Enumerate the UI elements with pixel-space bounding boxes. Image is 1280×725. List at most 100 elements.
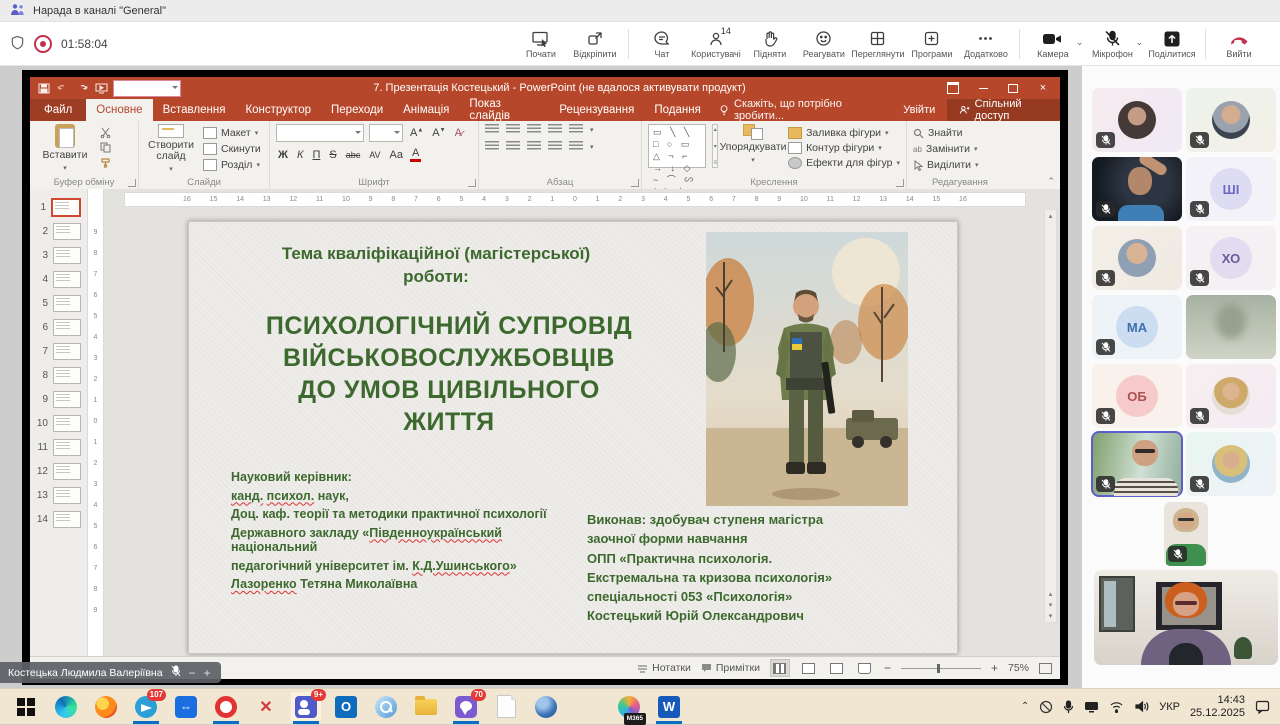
quick-access-toolbar[interactable] bbox=[38, 83, 107, 94]
arrange-button[interactable]: Упорядкувати▾ bbox=[724, 124, 782, 175]
slide-thumbnail-1[interactable]: 1 bbox=[30, 195, 87, 219]
format-painter-button[interactable] bbox=[100, 157, 111, 168]
font-style-button-2[interactable]: П bbox=[310, 149, 322, 161]
slide-thumbnail-3[interactable]: 3 bbox=[30, 243, 87, 267]
slide-thumbnail-11[interactable]: 11 bbox=[30, 435, 87, 459]
taskbar-telegram-icon[interactable]: 107 bbox=[131, 692, 161, 722]
participant-tile-1[interactable] bbox=[1092, 88, 1182, 152]
tab-Конструктор[interactable]: Конструктор bbox=[235, 99, 321, 121]
tray-display-icon[interactable] bbox=[1084, 701, 1099, 713]
meeting-action-chat[interactable]: Чат bbox=[635, 23, 689, 65]
quick-access-combobox[interactable] bbox=[113, 80, 181, 97]
meeting-action-start-share[interactable]: Почати bbox=[514, 23, 568, 65]
taskbar-teams-icon[interactable]: 9+ bbox=[291, 692, 321, 722]
tab-Вставлення[interactable]: Вставлення bbox=[153, 99, 236, 121]
sign-in-button[interactable]: Увійти bbox=[891, 99, 947, 121]
decrease-font-icon[interactable]: А▼ bbox=[430, 127, 447, 139]
font-style-button-0[interactable]: Ж bbox=[276, 149, 290, 161]
notification-center-icon[interactable] bbox=[1255, 700, 1270, 714]
notes-button[interactable]: Нотатки bbox=[637, 662, 691, 674]
increase-indent-icon[interactable] bbox=[548, 124, 562, 135]
font-style-button-1[interactable]: К bbox=[295, 149, 305, 161]
shape-fill-button[interactable]: Заливка фігури▾ bbox=[788, 127, 900, 139]
shapes-gallery-scrollbar[interactable]: ▴▾≡ bbox=[712, 124, 718, 168]
slide-thumbnail-2[interactable]: 2 bbox=[30, 219, 87, 243]
shape-outline-button[interactable]: Контур фігури▾ bbox=[788, 142, 900, 154]
dialog-launcher-icon[interactable] bbox=[896, 179, 904, 187]
ribbon-display-options-icon[interactable] bbox=[938, 77, 968, 99]
slide-thumbnail-14[interactable]: 14 bbox=[30, 507, 87, 531]
font-style-button-7[interactable]: А bbox=[410, 147, 421, 162]
meeting-action-more[interactable]: Додатково bbox=[959, 23, 1013, 65]
tab-Анімація[interactable]: Анімація bbox=[393, 99, 459, 121]
participant-tile-4[interactable]: ШІ bbox=[1186, 157, 1276, 221]
tell-me-box[interactable]: Скажіть, що потрібно зробити... bbox=[711, 99, 891, 121]
taskbar-start-icon[interactable] bbox=[11, 692, 41, 722]
font-name-combobox[interactable] bbox=[276, 124, 364, 142]
participant-tile-5[interactable] bbox=[1092, 226, 1182, 290]
dialog-launcher-icon[interactable] bbox=[468, 179, 476, 187]
taskbar-firefox-icon[interactable] bbox=[91, 692, 121, 722]
shape-effects-button[interactable]: Ефекти для фігур▾ bbox=[788, 157, 900, 169]
align-left-icon[interactable] bbox=[485, 141, 499, 152]
slide-thumbnail-9[interactable]: 9 bbox=[30, 387, 87, 411]
replace-button[interactable]: abЗамінити▾ bbox=[913, 143, 979, 155]
taskbar-teamviewer-icon[interactable]: ⇔ bbox=[171, 692, 201, 722]
select-button[interactable]: Виділити▾ bbox=[913, 159, 979, 171]
zoom-out-icon[interactable]: − bbox=[884, 661, 891, 675]
slide-thumbnail-8[interactable]: 8 bbox=[30, 363, 87, 387]
redo-icon[interactable] bbox=[76, 83, 88, 94]
participant-tile-2[interactable] bbox=[1186, 88, 1276, 152]
section-button[interactable]: Розділ▾ bbox=[203, 159, 261, 171]
participant-tile-6[interactable]: ХО bbox=[1186, 226, 1276, 290]
font-style-button-3[interactable]: S bbox=[327, 149, 338, 161]
tray-mic-icon[interactable] bbox=[1063, 700, 1074, 714]
font-style-button-4[interactable]: abc bbox=[344, 150, 363, 160]
meeting-action-share[interactable]: Поділитися bbox=[1145, 23, 1199, 65]
slide-thumbnail-4[interactable]: 4 bbox=[30, 267, 87, 291]
close-icon[interactable]: × bbox=[1028, 77, 1058, 99]
slide-thumbnail-6[interactable]: 6 bbox=[30, 315, 87, 339]
scroll-down-icon[interactable]: ▾ bbox=[1049, 612, 1053, 620]
participant-tile-10[interactable] bbox=[1186, 364, 1276, 428]
zoom-in-icon[interactable]: + bbox=[991, 661, 998, 675]
font-size-combobox[interactable] bbox=[369, 124, 403, 142]
slide-thumbnail-7[interactable]: 7 bbox=[30, 339, 87, 363]
language-indicator[interactable]: УКР bbox=[1159, 701, 1180, 713]
increase-font-icon[interactable]: А▲ bbox=[408, 127, 425, 139]
meeting-action-react[interactable]: Реагувати bbox=[797, 23, 851, 65]
shapes-gallery[interactable]: ▭ ╲ ╲ □ ○ ▭△ ¬ ⌐ → ↓ ◇~ ⌒ ∽ { } ☆ bbox=[648, 124, 706, 168]
fit-to-window-icon[interactable] bbox=[1039, 663, 1052, 674]
slide-thumbnail-13[interactable]: 13 bbox=[30, 483, 87, 507]
font-style-button-6[interactable]: Aa bbox=[388, 149, 405, 161]
tab-Подання[interactable]: Подання bbox=[644, 99, 710, 121]
share-button[interactable]: Спільний доступ bbox=[947, 99, 1060, 121]
line-spacing-icon[interactable] bbox=[569, 124, 583, 135]
justify-icon[interactable] bbox=[548, 141, 562, 152]
comments-button[interactable]: Примітки bbox=[701, 662, 760, 674]
tray-clock[interactable]: 14:43 25.12.2025 bbox=[1190, 694, 1245, 720]
slide-thumbnail-10[interactable]: 10 bbox=[30, 411, 87, 435]
slide-thumbnail-12[interactable]: 12 bbox=[30, 459, 87, 483]
reset-button[interactable]: Скинути bbox=[203, 143, 261, 155]
powerpoint-titlebar[interactable]: 7. Презентація Костецький - PowerPoint (… bbox=[30, 77, 1060, 99]
paste-button[interactable]: Вставити▾ bbox=[36, 124, 94, 175]
scroll-up-icon[interactable]: ▴ bbox=[1049, 212, 1053, 220]
copy-button[interactable] bbox=[100, 142, 111, 153]
slide-thumbnail-panel[interactable]: 1234567891011121314 bbox=[30, 189, 88, 657]
taskbar-viber-icon[interactable]: 70 bbox=[451, 692, 481, 722]
meeting-action-mic[interactable]: Мікрофон bbox=[1085, 23, 1139, 65]
collapse-ribbon-icon[interactable]: ⌃ bbox=[1047, 176, 1055, 187]
slideshow-view-button[interactable] bbox=[856, 660, 874, 676]
participant-tile-8[interactable] bbox=[1186, 295, 1276, 359]
new-slide-button[interactable]: Створити слайд▾ bbox=[145, 124, 197, 175]
decrease-indent-icon[interactable] bbox=[527, 124, 541, 135]
dialog-launcher-icon[interactable] bbox=[631, 179, 639, 187]
layout-button[interactable]: Макет▾ bbox=[203, 127, 261, 139]
normal-view-button[interactable] bbox=[770, 659, 790, 677]
tab-Основне[interactable]: Основне bbox=[86, 99, 152, 121]
save-icon[interactable] bbox=[38, 83, 50, 94]
meeting-action-camera[interactable]: Камера bbox=[1026, 23, 1080, 65]
volume-icon[interactable] bbox=[1134, 700, 1149, 713]
zoom-in-overlay-icon[interactable]: + bbox=[204, 666, 211, 680]
